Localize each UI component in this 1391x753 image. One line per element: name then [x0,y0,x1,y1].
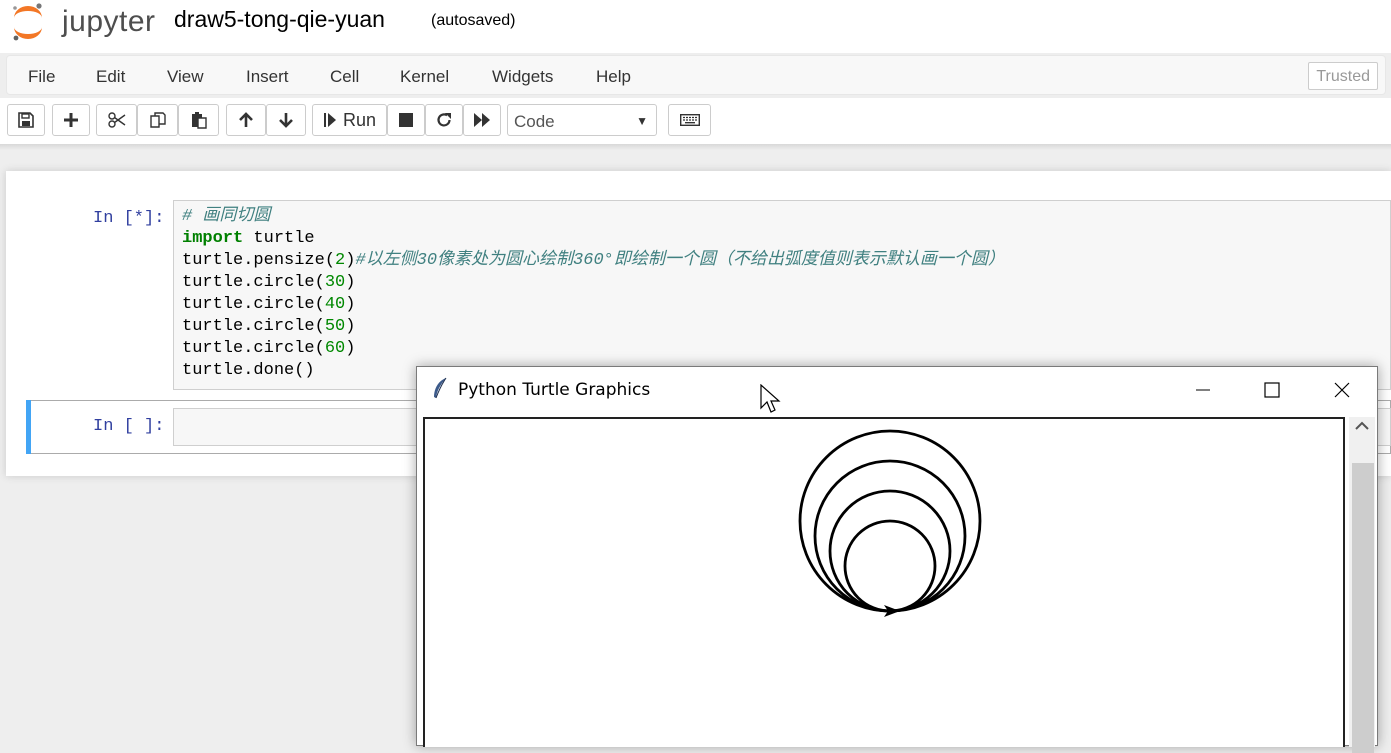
toolbar: Run Code ▼ [0,98,1391,144]
chevron-down-icon: ▼ [636,114,648,128]
close-button[interactable] [1319,367,1365,413]
code-token: 60 [324,339,346,358]
cell-type-select[interactable]: Code ▼ [507,104,657,136]
code-token: #以左侧30像素处为圆心绘制360°即绘制一个圆（不给出弧度值则表示默认画一个圆… [355,251,1005,270]
stop-icon [399,113,413,127]
code-token: # 画同切圆 [182,207,271,226]
chevron-up-icon[interactable] [1354,419,1370,433]
code-token: turtle.circle( [182,339,325,358]
save-icon [18,112,34,128]
menubar: File Edit View Insert Cell Kernel Widget… [6,55,1386,95]
code-line: turtle.circle(50) [182,316,1005,338]
run-button-label: Run [342,109,377,130]
save-button[interactable] [7,104,45,136]
code-token: turtle.done() [182,361,315,380]
move-down-button[interactable] [266,104,306,136]
code-token: turtle.circle( [182,295,325,314]
insert-cell-button[interactable] [52,104,90,136]
jupyter-logo-icon [13,3,42,41]
copy-icon [149,112,166,128]
scrollbar-thumb[interactable] [1352,463,1374,753]
restart-run-all-button[interactable] [463,104,501,136]
menu-view[interactable]: View [167,67,204,87]
turtle-graphics-window[interactable]: Python Turtle Graphics [416,366,1378,753]
plus-icon [64,113,78,127]
restart-kernel-button[interactable] [425,104,463,136]
code-token: turtle.circle( [182,317,325,336]
code-token: ) [345,339,356,358]
code-cell-editor[interactable]: # 画同切圆 import turtle turtle.pensize(2)#以左侧… [173,200,1391,390]
code-token: 40 [324,295,346,314]
jupyter-logo-text: jupyter [62,5,156,38]
restart-icon [437,113,451,127]
cell-prompt: In [ ]: [93,417,165,436]
vertical-scrollbar[interactable] [1349,417,1375,753]
close-icon [1334,382,1350,398]
turtle-circle [843,519,937,613]
menu-edit[interactable]: Edit [96,67,125,87]
menu-insert[interactable]: Insert [246,67,289,87]
paste-icon [191,112,207,129]
fast-forward-icon [474,113,490,127]
maximize-icon [1264,382,1280,398]
code-token: ) [345,251,356,270]
code-token: 50 [324,317,346,336]
menu-file[interactable]: File [28,67,55,87]
menu-widgets[interactable]: Widgets [492,67,553,87]
copy-button[interactable] [137,104,178,136]
keyboard-icon [679,114,700,126]
menu-kernel[interactable]: Kernel [400,67,449,87]
cut-button[interactable] [96,104,137,136]
minimize-button[interactable] [1180,367,1226,413]
step-run-icon [323,113,336,127]
code-token: 2 [335,251,346,270]
menu-cell[interactable]: Cell [330,67,359,87]
code-line: # 画同切圆 [182,206,1005,228]
cell-type-value: Code [514,112,555,131]
toolbar-shadow [0,144,1391,150]
window-title: Python Turtle Graphics [458,380,651,400]
scissors-icon [107,112,125,128]
command-palette-button[interactable] [668,104,711,136]
autosave-status: (autosaved) [431,12,516,29]
selected-cell-indicator [26,400,31,454]
move-up-button[interactable] [226,104,266,136]
notebook-title[interactable]: draw5-tong-qie-yuan [174,6,385,33]
arrow-up-icon [239,112,253,127]
code-token: ) [345,273,356,292]
maximize-button[interactable] [1249,367,1295,413]
code-token: ) [345,295,356,314]
menu-help[interactable]: Help [596,67,631,87]
code-token: 30 [324,273,346,292]
code-token: turtle [243,229,315,248]
cell-prompt: In [*]: [93,209,165,228]
mouse-cursor-icon [760,384,781,413]
run-button[interactable]: Run [312,104,387,136]
minimize-icon [1196,389,1210,391]
turtle-canvas[interactable] [423,417,1345,747]
turtle-drawing [798,429,982,617]
turtle-circle [813,459,967,613]
code-line: turtle.circle(30) [182,272,1005,294]
code-token: ) [345,317,356,336]
notebook-header: jupyter draw5-tong-qie-yuan (autosaved) [0,0,1391,53]
code-token: turtle.pensize( [182,251,336,270]
interrupt-kernel-button[interactable] [387,104,425,136]
feather-icon [434,377,447,399]
code-text: # 画同切圆 import turtle turtle.pensize(2)#以左侧… [182,206,1005,382]
trusted-indicator[interactable]: Trusted [1308,62,1378,90]
jupyter-logo[interactable]: jupyter [10,2,160,42]
code-token: import [182,229,244,248]
window-titlebar[interactable]: Python Turtle Graphics [417,367,1377,413]
code-line: import turtle [182,228,1005,250]
code-token: turtle.circle( [182,273,325,292]
paste-button[interactable] [178,104,219,136]
code-line: turtle.pensize(2)#以左侧30像素处为圆心绘制360°即绘制一个… [182,250,1005,272]
code-line: turtle.circle(60) [182,338,1005,360]
code-line: turtle.circle(40) [182,294,1005,316]
arrow-down-icon [279,113,293,128]
